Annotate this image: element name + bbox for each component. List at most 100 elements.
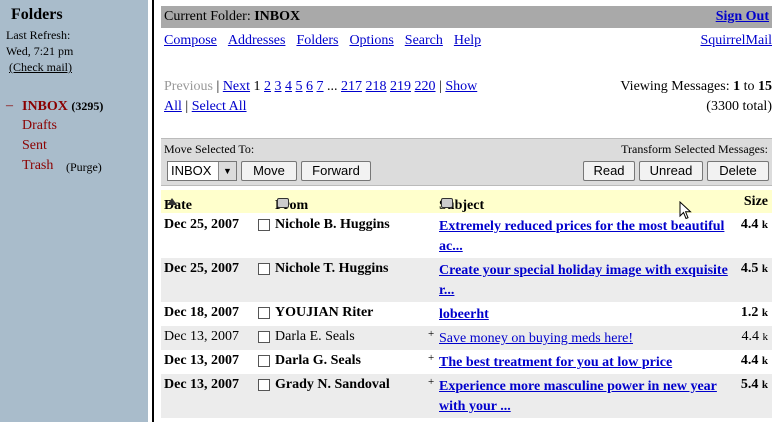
message-row[interactable]: Dec 13, 2007 Grady N. Sandoval + Experie…: [161, 374, 772, 418]
priority-flag: +: [428, 328, 435, 340]
page-link[interactable]: 4: [285, 79, 292, 94]
message-checkbox[interactable]: [258, 355, 270, 367]
menu-help[interactable]: Help: [454, 33, 481, 48]
message-from: Darla E. Seals: [275, 329, 355, 344]
folder-pane: Folders Last Refresh: Wed, 7:21 pm (Chec…: [0, 0, 148, 422]
message-subject-link[interactable]: Experience more masculine power in new y…: [439, 377, 729, 417]
current-folder-name: INBOX: [254, 9, 301, 24]
unread-button[interactable]: Unread: [639, 161, 703, 181]
folder-name[interactable]: Trash: [22, 156, 53, 176]
message-checkbox[interactable]: [258, 219, 270, 231]
chevron-down-icon[interactable]: ▼: [218, 162, 236, 180]
folder-name[interactable]: Drafts: [22, 116, 57, 136]
menu-folders[interactable]: Folders: [296, 33, 338, 48]
message-size: 4.4 k: [740, 353, 768, 368]
page-link[interactable]: 5: [296, 79, 303, 94]
check-mail-link[interactable]: (Check mail): [9, 59, 72, 75]
message-size: 4.4 k: [741, 329, 769, 344]
message-subject-link[interactable]: Extremely reduced prices for the most be…: [439, 217, 729, 257]
total-count: (3300 total): [706, 99, 772, 114]
menu-search[interactable]: Search: [405, 33, 443, 48]
move-label: Move Selected To:: [164, 142, 255, 156]
page-link[interactable]: 219: [390, 79, 411, 94]
transform-label: Transform Selected Messages:: [621, 142, 768, 156]
last-refresh: Last Refresh: Wed, 7:21 pm (Check mail): [6, 27, 74, 74]
page-link[interactable]: 218: [366, 79, 387, 94]
forward-button[interactable]: Forward: [301, 161, 371, 181]
sort-icon[interactable]: [441, 198, 453, 208]
read-button[interactable]: Read: [583, 161, 635, 181]
message-checkbox[interactable]: [258, 263, 270, 275]
message-from: YOUJIAN Riter: [275, 305, 374, 320]
show-all-link-cont[interactable]: All: [164, 99, 182, 114]
refresh-time: Wed, 7:21 pm: [6, 44, 74, 58]
current-page: 1: [253, 79, 261, 94]
message-from: Darla G. Seals: [275, 353, 361, 368]
sort-icon[interactable]: [277, 198, 289, 208]
action-bar: Move Selected To: Transform Selected Mes…: [161, 138, 772, 186]
message-from: Nichole B. Huggins: [275, 217, 390, 232]
menu-options[interactable]: Options: [349, 33, 393, 48]
pane-divider[interactable]: [148, 0, 155, 422]
message-size: 4.4 k: [740, 217, 768, 232]
sort-ascending-icon[interactable]: [167, 198, 177, 205]
column-size: Size: [743, 194, 768, 209]
pagination: Previous | Next 1 2 3 4 5 6 7 ... 217 21…: [164, 79, 478, 114]
message-row[interactable]: Dec 13, 2007 Darla G. Seals + The best t…: [161, 350, 772, 374]
message-subject-link[interactable]: Save money on buying meds here!: [439, 329, 729, 349]
folder-name[interactable]: INBOX (3295): [22, 96, 103, 117]
page-link[interactable]: 2: [264, 79, 271, 94]
folders-title: Folders: [11, 6, 63, 23]
message-row[interactable]: Dec 13, 2007 Darla E. Seals + Save money…: [161, 326, 772, 350]
select-all-link[interactable]: Select All: [192, 99, 247, 114]
viewing-info: Viewing Messages: 1 to 15 (3300 total): [620, 77, 772, 117]
refresh-label: Last Refresh:: [6, 28, 71, 42]
page-ellipsis: ...: [327, 79, 338, 94]
message-from: Grady N. Sandoval: [275, 377, 390, 392]
page-link[interactable]: 7: [317, 79, 324, 94]
message-from: Nichole T. Huggins: [275, 261, 389, 276]
squirrelmail-link[interactable]: SquirrelMail: [700, 33, 772, 49]
current-folder: Current Folder: INBOX: [164, 9, 301, 24]
message-size: 1.2 k: [740, 305, 768, 320]
purge-link[interactable]: (Purge): [66, 157, 102, 177]
sign-out-link[interactable]: Sign Out: [716, 9, 769, 25]
message-list-pane: Current Folder: INBOX Sign Out Compose Ad…: [155, 0, 776, 422]
message-date: Dec 13, 2007: [164, 329, 240, 344]
folder-header: Current Folder: INBOX Sign Out: [161, 6, 772, 28]
move-button[interactable]: Move: [241, 161, 297, 181]
message-size: 5.4 k: [740, 377, 768, 392]
message-size: 4.5 k: [740, 261, 768, 276]
message-row[interactable]: Dec 18, 2007 YOUJIAN Riter lobeerht 1.2 …: [161, 302, 772, 326]
main-menu: Compose Addresses Folders Options Search Help: [164, 33, 492, 49]
message-date: Dec 25, 2007: [164, 261, 240, 276]
page-link[interactable]: 6: [306, 79, 313, 94]
message-checkbox[interactable]: [258, 331, 270, 343]
message-subject-link[interactable]: lobeerht: [439, 305, 729, 325]
message-checkbox[interactable]: [258, 307, 270, 319]
previous-disabled: Previous: [164, 79, 213, 94]
message-date: Dec 13, 2007: [164, 353, 240, 368]
menu-compose[interactable]: Compose: [164, 33, 217, 48]
message-date: Dec 18, 2007: [164, 305, 240, 320]
current-folder-marker: –: [6, 98, 13, 113]
page-link[interactable]: 3: [275, 79, 282, 94]
message-date: Dec 25, 2007: [164, 217, 240, 232]
folder-name[interactable]: Sent: [22, 136, 47, 156]
priority-flag: +: [428, 376, 435, 388]
message-subject-link[interactable]: The best treatment for you at low price: [439, 353, 729, 373]
unread-count: (3295): [71, 99, 104, 113]
page-link[interactable]: 220: [415, 79, 436, 94]
menu-addresses[interactable]: Addresses: [228, 33, 286, 48]
message-row[interactable]: Dec 25, 2007 Nichole T. Huggins Create y…: [161, 258, 772, 302]
message-date: Dec 13, 2007: [164, 377, 240, 392]
delete-button[interactable]: Delete: [707, 161, 769, 181]
mouse-cursor-icon: [679, 201, 692, 220]
next-link[interactable]: Next: [223, 79, 250, 94]
move-folder-select[interactable]: INBOX ▼: [167, 161, 237, 181]
page-link[interactable]: 217: [341, 79, 362, 94]
show-all-link[interactable]: Show: [445, 79, 477, 94]
message-checkbox[interactable]: [258, 379, 270, 391]
message-subject-link[interactable]: Create your special holiday image with e…: [439, 261, 729, 301]
priority-flag: +: [428, 352, 435, 364]
